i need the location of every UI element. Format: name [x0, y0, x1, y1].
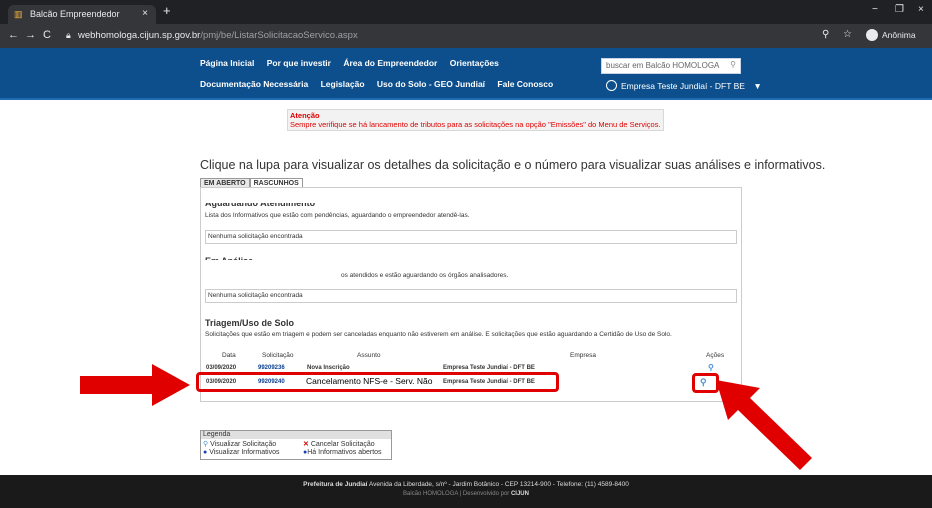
legend-item: Há Informativos abertos: [307, 449, 382, 456]
company-name: Empresa Teste Jundiaí - DFT BE: [621, 81, 745, 91]
main-nav-row1: Página Inicial Por que investir Área do …: [200, 58, 509, 68]
reload-icon[interactable]: C: [43, 29, 51, 41]
row1-number-link[interactable]: 99209236: [258, 365, 285, 371]
tab-title: Balcão Empreendedor: [30, 9, 120, 19]
site-search-input[interactable]: buscar em Balcão HOMOLOGA ⚲: [601, 58, 741, 74]
footer-org: Prefeitura de Jundiaí: [303, 481, 368, 488]
scroll-cover: [201, 188, 741, 203]
col-header-solicitacao: Solicitação: [262, 352, 294, 359]
section-heading-analise: Em Análise: [205, 256, 254, 266]
col-header-assunto: Assunto: [357, 352, 381, 359]
site-header: Página Inicial Por que investir Área do …: [0, 48, 932, 100]
browser-window: ▥ Balcão Empreendedor × + − ❐ × ← → C 🔒︎…: [0, 0, 932, 508]
profile-label[interactable]: Anônima: [882, 30, 916, 40]
legend-item: Visualizar Informativos: [209, 449, 280, 456]
row1-company: Empresa Teste Jundiaí - DFT BE: [443, 365, 535, 371]
tab-strip: ▥ Balcão Empreendedor × + − ❐ ×: [0, 0, 932, 24]
maximize-button[interactable]: ❐: [895, 4, 904, 15]
alert-message: Sempre verifique se há lancamento de tri…: [290, 120, 661, 129]
search-icon[interactable]: ⚲: [730, 60, 736, 69]
row1-date: 03/09/2020: [206, 365, 237, 371]
search-placeholder: buscar em Balcão HOMOLOGA: [606, 61, 720, 70]
lock-icon: 🔒︎: [66, 30, 71, 40]
close-window-button[interactable]: ×: [918, 4, 924, 15]
attention-alert: Atenção Sempre verifique se há lancament…: [287, 109, 664, 131]
nav-legislacao[interactable]: Legislação: [321, 79, 365, 89]
nav-pagina-inicial[interactable]: Página Inicial: [200, 58, 254, 68]
forward-icon[interactable]: →: [25, 29, 36, 41]
alert-title: Atenção: [290, 111, 320, 120]
nav-area-empreendedor[interactable]: Área do Empreendedor: [343, 58, 437, 68]
main-nav-row2: Documentação Necessária Legislação Uso d…: [200, 79, 563, 89]
nav-por-que-investir[interactable]: Por que investir: [267, 58, 331, 68]
nav-fale-conosco[interactable]: Fale Conosco: [497, 79, 553, 89]
browser-tab[interactable]: ▥ Balcão Empreendedor ×: [8, 5, 156, 24]
web-page: Página Inicial Por que investir Área do …: [0, 48, 932, 508]
empty-result-aguardando: Nenhuma solicitação encontrada: [205, 230, 737, 244]
row-highlight-box: [196, 372, 559, 392]
footer-address: Avenida da Liberdade, s/nº - Jardim Botâ…: [368, 481, 629, 488]
nav-uso-do-solo[interactable]: Uso do Solo - GEO Jundiaí: [377, 79, 485, 89]
chevron-down-icon[interactable]: ▼: [753, 81, 761, 91]
favicon-icon: ▥: [14, 9, 23, 19]
nav-orientacoes[interactable]: Orientações: [450, 58, 499, 68]
legend-item: Visualizar Solicitação: [210, 441, 277, 448]
minimize-button[interactable]: −: [872, 4, 878, 15]
col-header-data: Data: [222, 352, 236, 359]
back-icon[interactable]: ←: [8, 29, 19, 41]
col-header-empresa: Empresa: [570, 352, 597, 359]
user-icon: [606, 80, 617, 91]
star-icon[interactable]: ☆: [843, 29, 852, 40]
section-heading-triagem: Triagem/Uso de Solo: [205, 318, 295, 328]
right-arrow-annotation: [80, 364, 190, 406]
nav-documentacao[interactable]: Documentação Necessária: [200, 79, 308, 89]
footer-cijun[interactable]: CIJUN: [511, 491, 529, 497]
magnifier-icon: ⚲: [203, 441, 209, 448]
info-icon: ●: [203, 449, 208, 456]
page-title: Clique na lupa para visualizar os detalh…: [200, 158, 826, 172]
section-desc-aguardando: Lista dos Informativos que estão com pen…: [205, 212, 470, 219]
section-desc-triagem: Solicitações que estão em triagem e pode…: [205, 331, 672, 338]
footer-credit: Balcão HOMOLOGA | Desenvolvido por: [403, 491, 510, 497]
address-bar[interactable]: 🔒︎ webhomologa.cijun.sp.gov.br/pmj/be/Li…: [64, 27, 804, 45]
site-footer: Prefeitura de Jundiaí Avenida da Liberda…: [0, 475, 932, 508]
legend-title: Legenda: [201, 431, 391, 439]
legend-item: Cancelar Solicitação: [310, 441, 375, 448]
url-host: webhomologa.cijun.sp.gov.br: [78, 30, 201, 41]
incognito-avatar-icon[interactable]: [866, 29, 878, 41]
address-toolbar: ← → C 🔒︎ webhomologa.cijun.sp.gov.br/pmj…: [0, 24, 932, 48]
company-selector[interactable]: Empresa Teste Jundiaí - DFT BE ▼: [606, 80, 762, 91]
cancel-x-icon: ✕: [303, 441, 309, 448]
tab-close-icon[interactable]: ×: [142, 8, 148, 19]
row1-subject: Nova Inscrição: [307, 365, 350, 371]
magnifier-icon[interactable]: ⚲: [708, 363, 714, 372]
diagonal-arrow-annotation: [716, 380, 812, 470]
new-tab-button[interactable]: +: [163, 3, 171, 18]
col-header-acoes: Ações: [706, 352, 725, 359]
empty-result-analise: Nenhuma solicitação encontrada: [205, 289, 737, 303]
url-path: /pmj/be/ListarSolicitacaoServico.aspx: [200, 30, 358, 41]
zoom-icon[interactable]: ⚲: [822, 29, 829, 40]
section-desc-analise: os atendidos e estão aguardando os órgão…: [341, 272, 509, 279]
legend-box: Legenda ⚲ Visualizar Solicitação ✕ Cance…: [200, 430, 392, 460]
